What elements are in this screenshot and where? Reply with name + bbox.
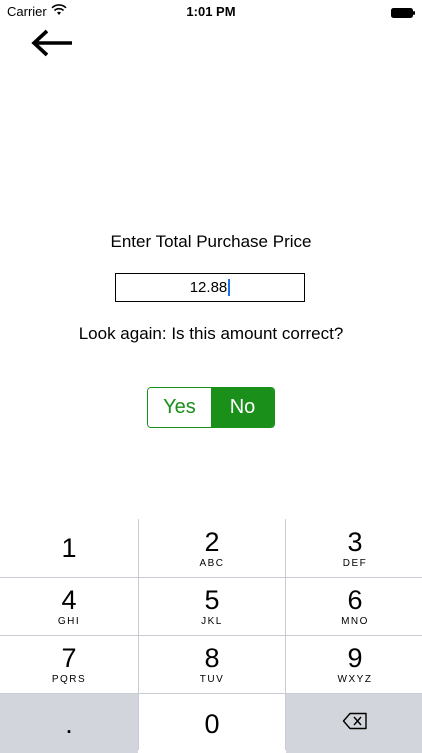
- key-5[interactable]: 5 JKL: [139, 578, 285, 635]
- key-8[interactable]: 8 TUV: [139, 636, 285, 693]
- key-6[interactable]: 6 MNO: [286, 578, 422, 635]
- battery-icon: [391, 6, 415, 18]
- key-digit: 3: [347, 526, 363, 557]
- price-value: 12.88: [189, 279, 228, 296]
- confirm-question: Look again: Is this amount correct?: [78, 324, 344, 343]
- yes-no-toggle: Yes No: [147, 387, 275, 428]
- key-letters: TUV: [199, 674, 225, 685]
- key-2[interactable]: 2 ABC: [139, 519, 285, 577]
- key-letters: GHI: [57, 616, 81, 627]
- key-letters: MNO: [341, 616, 369, 627]
- price-prompt: Enter Total Purchase Price: [110, 232, 312, 251]
- key-letters: WXYZ: [337, 674, 373, 685]
- key-digit: 2: [204, 526, 220, 557]
- key-digit: 6: [347, 585, 363, 615]
- status-bar: Carrier 1:01 PM: [0, 0, 422, 22]
- key-letters: ABC: [199, 557, 225, 569]
- key-letters: JKL: [201, 616, 223, 627]
- key-digit: 9: [347, 643, 363, 673]
- key-decimal[interactable]: .: [0, 694, 138, 753]
- key-4[interactable]: 4 GHI: [0, 578, 138, 635]
- key-9[interactable]: 9 WXYZ: [286, 636, 422, 693]
- key-digit: 4: [61, 585, 77, 615]
- key-digit: 5: [204, 585, 220, 615]
- status-time: 1:01 PM: [186, 4, 236, 19]
- key-letters: PQRS: [51, 674, 87, 685]
- text-caret: [228, 279, 231, 296]
- yes-button[interactable]: Yes: [148, 388, 211, 427]
- key-digit: 1: [61, 533, 77, 563]
- key-1[interactable]: 1: [0, 519, 138, 577]
- key-digit: .: [65, 708, 73, 739]
- key-digit: 7: [61, 643, 77, 673]
- numeric-keypad: 1 2 ABC 3 DEF 4 GHI 5 JKL 6 MNO 7 PQRS 8…: [0, 519, 422, 753]
- key-0[interactable]: 0: [139, 694, 285, 753]
- key-digit: 8: [204, 643, 220, 673]
- key-digit: 0: [204, 708, 220, 739]
- key-3[interactable]: 3 DEF: [286, 519, 422, 577]
- key-delete[interactable]: [286, 694, 422, 753]
- key-letters: DEF: [342, 557, 368, 569]
- back-button[interactable]: [28, 28, 76, 62]
- no-button[interactable]: No: [211, 388, 274, 427]
- key-7[interactable]: 7 PQRS: [0, 636, 138, 693]
- backspace-icon: [342, 712, 368, 735]
- purchase-price-input[interactable]: 12.88: [115, 273, 305, 302]
- arrow-left-icon: [30, 28, 74, 63]
